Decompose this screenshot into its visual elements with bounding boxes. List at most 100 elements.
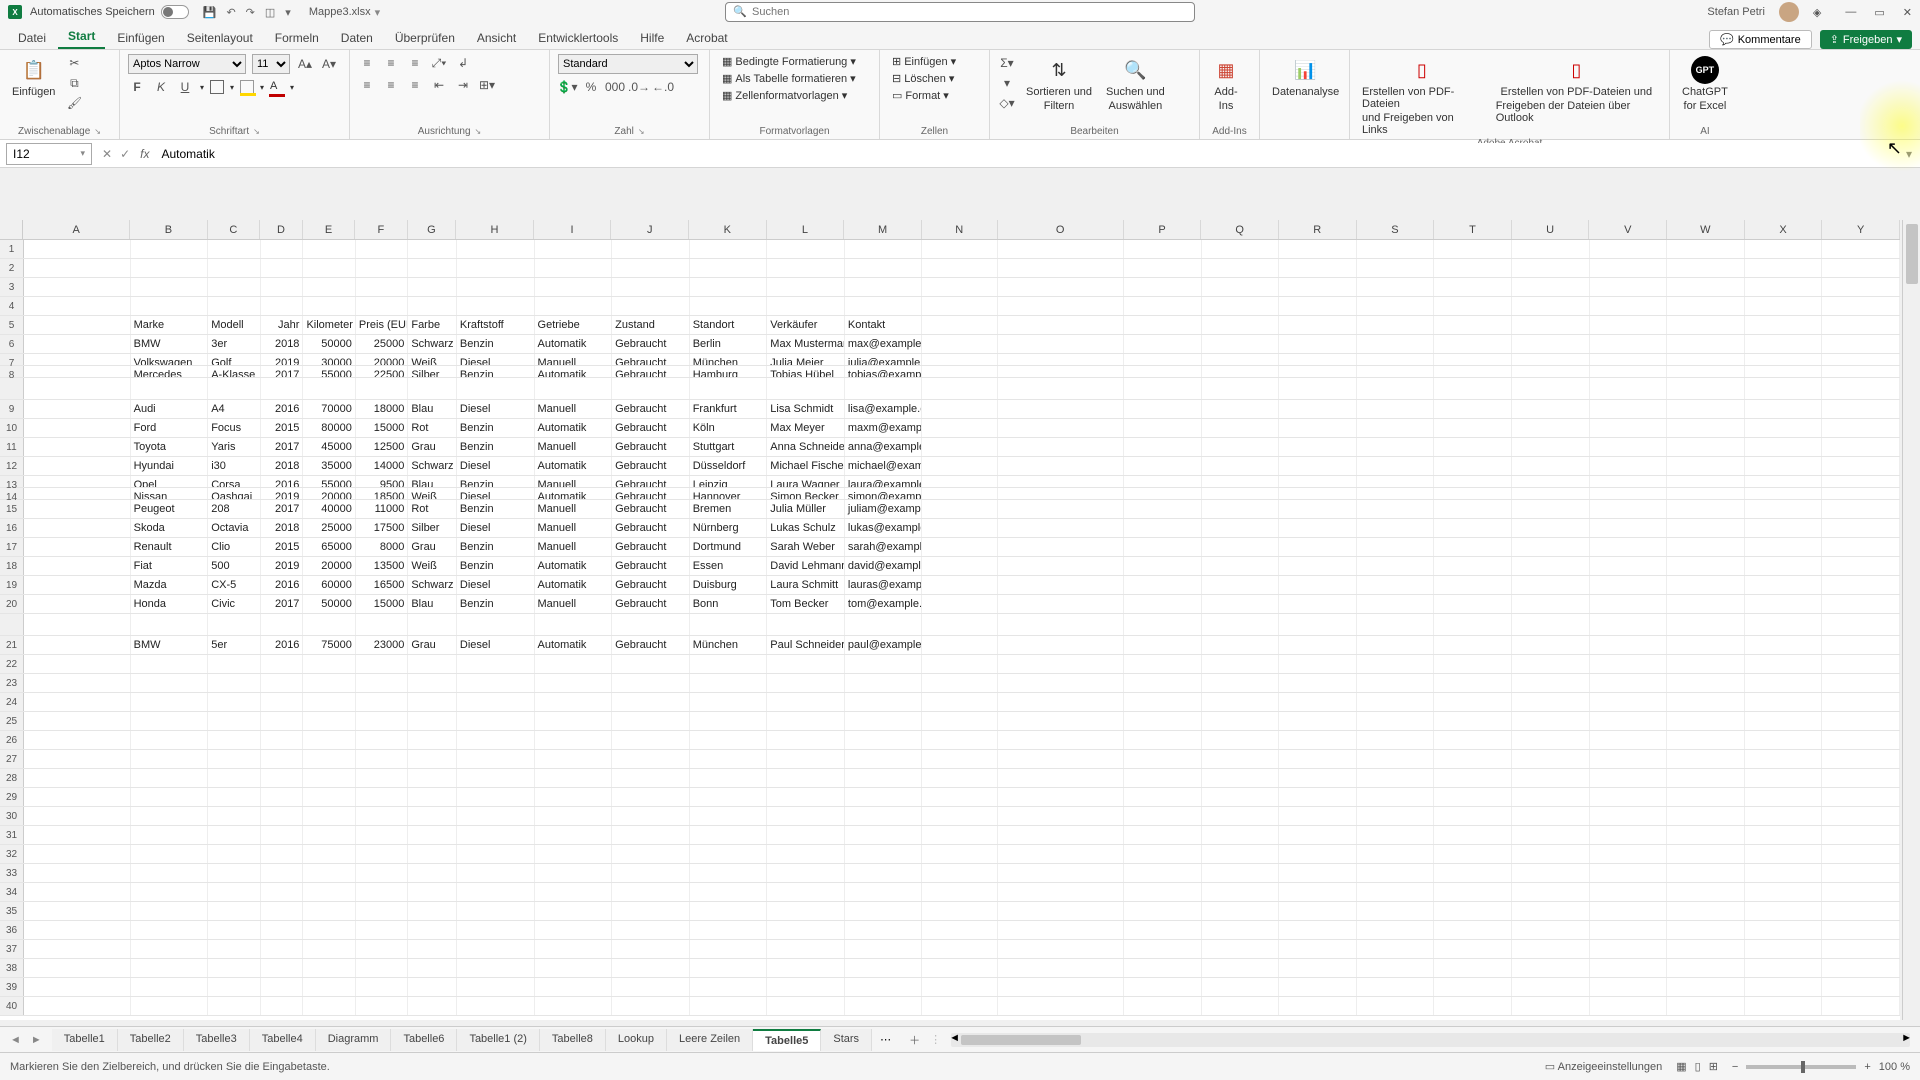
cell[interactable] xyxy=(690,845,768,863)
cell[interactable] xyxy=(1745,400,1823,418)
cell[interactable] xyxy=(1590,476,1668,487)
cell[interactable] xyxy=(1512,400,1590,418)
cell[interactable] xyxy=(1279,883,1357,901)
cell[interactable]: 40000 xyxy=(303,500,355,518)
row-header[interactable]: 16 xyxy=(0,519,24,537)
cell[interactable] xyxy=(612,959,690,977)
cell[interactable]: lauras@example.com xyxy=(845,576,923,594)
cell[interactable] xyxy=(1124,921,1202,939)
cell[interactable] xyxy=(612,788,690,806)
row-header[interactable]: 36 xyxy=(0,921,24,939)
minimize-icon[interactable]: — xyxy=(1845,6,1856,19)
cell[interactable] xyxy=(24,978,131,996)
cell[interactable]: Benzin xyxy=(457,595,535,613)
cell[interactable] xyxy=(356,731,408,749)
row-header[interactable]: 24 xyxy=(0,693,24,711)
cell[interactable] xyxy=(998,712,1124,730)
cell[interactable]: Marke xyxy=(131,316,209,334)
cell[interactable] xyxy=(845,712,923,730)
zoom-out-icon[interactable]: − xyxy=(1732,1061,1738,1073)
cell[interactable] xyxy=(1590,674,1668,692)
cell[interactable] xyxy=(612,883,690,901)
cell[interactable] xyxy=(1590,595,1668,613)
cell[interactable] xyxy=(131,997,209,1015)
find-select-button[interactable]: 🔍 Suchen und Auswählen xyxy=(1102,54,1169,114)
cell[interactable] xyxy=(1434,419,1512,437)
cell[interactable] xyxy=(1124,378,1202,399)
cell[interactable] xyxy=(131,731,209,749)
cell[interactable] xyxy=(1822,883,1900,901)
cell[interactable] xyxy=(922,750,998,768)
cell[interactable] xyxy=(1124,366,1202,377)
cell[interactable]: Berlin xyxy=(690,335,768,353)
cell[interactable] xyxy=(535,826,613,844)
formula-input[interactable] xyxy=(157,143,1898,165)
column-header[interactable]: G xyxy=(408,220,457,239)
cell[interactable] xyxy=(457,693,535,711)
cell[interactable] xyxy=(845,278,923,296)
cell[interactable] xyxy=(1667,674,1745,692)
cell[interactable] xyxy=(1357,807,1435,825)
cell[interactable] xyxy=(998,366,1124,377)
column-header[interactable]: T xyxy=(1434,220,1512,239)
cell[interactable] xyxy=(261,921,304,939)
column-header[interactable]: D xyxy=(260,220,303,239)
cell[interactable]: 208 xyxy=(208,500,260,518)
cell[interactable] xyxy=(1512,576,1590,594)
cell[interactable]: Bonn xyxy=(690,595,768,613)
cell[interactable] xyxy=(1512,845,1590,863)
cell[interactable] xyxy=(1667,457,1745,475)
align-left-icon[interactable]: ≡ xyxy=(358,76,376,94)
cell[interactable] xyxy=(24,595,131,613)
cell[interactable] xyxy=(356,278,408,296)
cell[interactable]: Stuttgart xyxy=(690,438,768,456)
cell[interactable]: anna@example.com xyxy=(845,438,923,456)
cell[interactable]: Hannover xyxy=(690,488,768,499)
grid[interactable]: ABCDEFGHIJKLMNOPQRSTUVWXY 12345MarkeMode… xyxy=(0,220,1900,1020)
cell[interactable] xyxy=(1590,538,1668,556)
cell[interactable] xyxy=(1822,519,1900,537)
cell[interactable] xyxy=(922,354,998,365)
cell[interactable] xyxy=(1745,297,1823,315)
cell[interactable] xyxy=(208,940,260,958)
column-header[interactable]: P xyxy=(1124,220,1202,239)
cell[interactable] xyxy=(1434,278,1512,296)
cell[interactable] xyxy=(1434,921,1512,939)
cell[interactable] xyxy=(261,902,304,920)
camera-icon[interactable]: ◫ xyxy=(265,6,275,19)
cell[interactable] xyxy=(1202,807,1280,825)
cell[interactable] xyxy=(1202,883,1280,901)
cell[interactable] xyxy=(1279,538,1357,556)
cell[interactable] xyxy=(1590,557,1668,575)
cell[interactable] xyxy=(1279,978,1357,996)
cell[interactable] xyxy=(998,883,1124,901)
cell[interactable]: 20000 xyxy=(356,354,408,365)
cell[interactable] xyxy=(208,278,260,296)
cell[interactable] xyxy=(261,959,304,977)
cell[interactable] xyxy=(690,902,768,920)
cell[interactable] xyxy=(1590,883,1668,901)
cell[interactable] xyxy=(303,750,355,768)
cell[interactable] xyxy=(1512,902,1590,920)
cell[interactable] xyxy=(1357,400,1435,418)
format-painter-icon[interactable]: 🖌 xyxy=(65,94,83,112)
cell[interactable] xyxy=(131,845,209,863)
cell[interactable] xyxy=(1512,614,1590,635)
cell[interactable] xyxy=(690,826,768,844)
cell[interactable] xyxy=(356,826,408,844)
cell[interactable] xyxy=(767,940,845,958)
cell[interactable] xyxy=(408,378,457,399)
cell[interactable] xyxy=(1357,997,1435,1015)
cell[interactable] xyxy=(1590,500,1668,518)
cell[interactable]: Qashqai xyxy=(208,488,260,499)
cell[interactable] xyxy=(612,826,690,844)
cell[interactable] xyxy=(1124,997,1202,1015)
cell[interactable] xyxy=(1822,438,1900,456)
cell[interactable] xyxy=(1667,595,1745,613)
cell[interactable] xyxy=(690,674,768,692)
row-header[interactable]: 32 xyxy=(0,845,24,863)
cell[interactable] xyxy=(845,997,923,1015)
cell[interactable] xyxy=(1357,595,1435,613)
cell[interactable]: i30 xyxy=(208,457,260,475)
filename-dropdown-icon[interactable]: ▾ xyxy=(375,6,381,19)
